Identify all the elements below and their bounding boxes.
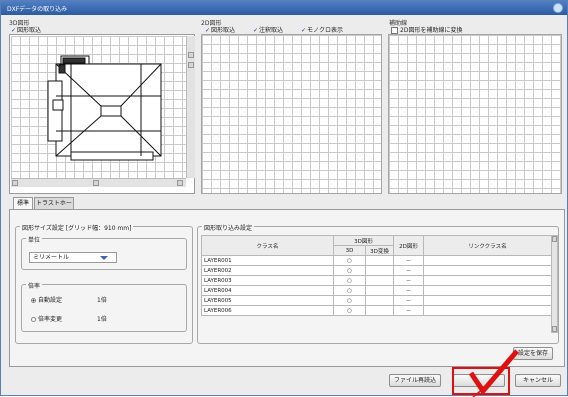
radio-auto-label: 自動設定 xyxy=(38,297,63,304)
cell-2d[interactable]: － xyxy=(393,265,424,276)
header-sub-3dconv: 3D変換 xyxy=(365,245,394,256)
scroll-up-icon[interactable] xyxy=(552,236,557,242)
cell-link-class[interactable] xyxy=(423,295,552,306)
preview-2d-grid xyxy=(201,34,382,194)
layer-table: クラス名 3D図形 2D図形 リンククラス名 3D 3D変換 LAYER001 ○… xyxy=(201,235,552,316)
unit-label: 単位 xyxy=(26,235,43,244)
header-class-name: クラス名 xyxy=(201,235,334,256)
cell-3dconv[interactable] xyxy=(365,295,394,306)
scroll-right-icon[interactable] xyxy=(177,180,183,186)
floor-plan-drawing xyxy=(47,55,162,161)
scroll-down-icon[interactable] xyxy=(552,326,557,332)
preview-3d-hscroll[interactable] xyxy=(11,178,186,187)
checkmark-icon: ✓ xyxy=(11,27,17,34)
cell-3d[interactable]: ○ xyxy=(333,295,366,306)
header-2d-figure: 2D図形 xyxy=(393,235,424,256)
table-row[interactable]: LAYER002 ○ － xyxy=(201,265,552,276)
cell-2d[interactable]: － xyxy=(393,305,424,316)
header-3d-figure: 3D図形 xyxy=(333,235,394,246)
header-sub-3d: 3D xyxy=(333,245,366,256)
checkbox-monochrome[interactable]: ✓モノクロ表示 xyxy=(301,25,343,34)
checkbox-2d-import-label: 図形取込 xyxy=(211,27,236,34)
scroll-down-icon[interactable] xyxy=(188,62,194,68)
cell-3d[interactable]: ○ xyxy=(333,255,366,266)
layer-name-cell[interactable]: LAYER002 xyxy=(201,265,334,276)
import-settings-legend: 図形取り込み設定 xyxy=(202,223,255,232)
radio-change-label: 倍率変更 xyxy=(38,316,63,323)
cell-2d[interactable]: － xyxy=(393,285,424,296)
cell-3dconv[interactable] xyxy=(365,305,394,316)
unit-select-value: ミリメートル xyxy=(33,254,70,261)
table-row[interactable]: LAYER003 ○ － xyxy=(201,275,552,286)
checkbox-3d-import-label: 図形取込 xyxy=(17,27,42,34)
cell-3d[interactable]: ○ xyxy=(333,265,366,276)
close-icon[interactable] xyxy=(553,3,563,13)
table-row[interactable]: LAYER004 ○ － xyxy=(201,285,552,296)
checkbox-aux-label: 2D図形を補助線に変換 xyxy=(400,27,463,34)
table-row[interactable]: LAYER001 ○ － xyxy=(201,255,552,266)
unit-select[interactable]: ミリメートル xyxy=(29,252,117,263)
cell-3dconv[interactable] xyxy=(365,285,394,296)
size-settings-legend: 図形サイズ設定 [グリッド幅：910 mm] xyxy=(20,223,134,232)
checkbox-empty-icon xyxy=(391,27,398,34)
cell-link-class[interactable] xyxy=(423,285,552,296)
preview-aux-grid xyxy=(388,34,562,194)
scroll-left-icon[interactable] xyxy=(12,180,18,186)
layer-name-cell[interactable]: LAYER003 xyxy=(201,275,334,286)
cell-3dconv[interactable] xyxy=(365,275,394,286)
cell-3d[interactable]: ○ xyxy=(333,305,366,316)
layer-name-cell[interactable]: LAYER004 xyxy=(201,285,334,296)
checkmark-icon: ✓ xyxy=(301,27,307,34)
check-annotation-icon xyxy=(468,349,519,397)
layer-table-vscroll[interactable] xyxy=(551,235,558,333)
checkmark-icon: ✓ xyxy=(205,27,211,34)
cell-2d[interactable]: － xyxy=(393,275,424,286)
checkbox-3d-import[interactable]: ✓図形取込 xyxy=(11,25,41,34)
cell-3dconv[interactable] xyxy=(365,255,394,266)
layer-name-cell[interactable]: LAYER006 xyxy=(201,305,334,316)
scroll-thumb-icon[interactable] xyxy=(93,180,99,186)
title-bar: DXFデータの取り込み xyxy=(1,1,567,15)
preview-3d xyxy=(9,34,195,194)
change-scale-value: 1倍 xyxy=(97,316,107,323)
cell-link-class[interactable] xyxy=(423,275,552,286)
cell-link-class[interactable] xyxy=(423,255,552,266)
checkbox-monochrome-label: モノクロ表示 xyxy=(307,27,344,34)
header-link-class: リンククラス名 xyxy=(423,235,552,256)
radio-auto-scale[interactable]: 自動設定 xyxy=(31,295,62,304)
radio-selected-icon xyxy=(31,298,36,303)
cell-2d[interactable]: － xyxy=(393,255,424,266)
radio-unselected-icon xyxy=(31,317,36,322)
table-row[interactable]: LAYER006 ○ － xyxy=(201,305,552,316)
cell-2d[interactable]: － xyxy=(393,295,424,306)
cell-link-class[interactable] xyxy=(423,305,552,316)
radio-change-scale[interactable]: 倍率変更 xyxy=(31,314,62,323)
checkbox-annotation-import[interactable]: ✓注釈取込 xyxy=(253,25,283,34)
layer-name-cell[interactable]: LAYER001 xyxy=(201,255,334,266)
dxf-import-dialog: DXFデータの取り込み 3D図形 ✓図形取込 2D図形 ✓図形取込 ✓注釈取込 … xyxy=(0,0,568,397)
cell-3d[interactable]: ○ xyxy=(333,275,366,286)
cell-3dconv[interactable] xyxy=(365,265,394,276)
preview-3d-grid xyxy=(11,36,186,178)
preview-3d-vscroll[interactable] xyxy=(186,36,195,178)
cell-3d[interactable]: ○ xyxy=(333,285,366,296)
checkmark-icon: ✓ xyxy=(253,27,259,34)
tab-trust-home[interactable]: トラストホーム xyxy=(34,197,74,218)
checkbox-aux-convert[interactable]: 2D図形を補助線に変換 xyxy=(391,25,462,34)
scale-group: 倍率 xyxy=(21,281,187,332)
table-row[interactable]: LAYER005 ○ － xyxy=(201,295,552,306)
window-title: DXFデータの取り込み xyxy=(7,6,68,13)
chevron-down-icon xyxy=(100,256,108,260)
checkbox-2d-import[interactable]: ✓図形取込 xyxy=(205,25,235,34)
reload-file-button[interactable]: ファイル再読込 xyxy=(389,374,441,387)
auto-scale-value: 1倍 xyxy=(97,297,107,304)
layer-name-cell[interactable]: LAYER005 xyxy=(201,295,334,306)
scale-label: 倍率 xyxy=(26,281,43,290)
checkbox-annotation-label: 注釈取込 xyxy=(259,27,284,34)
scroll-up-icon[interactable] xyxy=(188,52,194,58)
cell-link-class[interactable] xyxy=(423,265,552,276)
